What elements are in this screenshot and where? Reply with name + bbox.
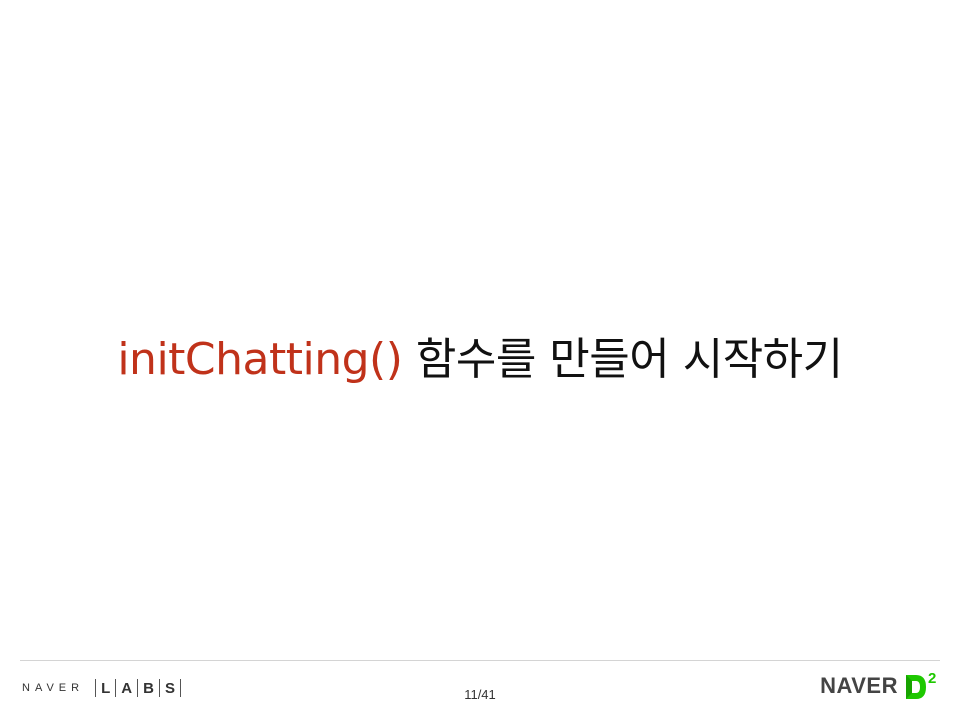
title-code: initChatting() [117,334,403,385]
d2-superscript: 2 [928,670,936,687]
slide: initChatting() 함수를 만들어 시작하기 NAVER L A B … [0,0,960,720]
naver-d2-brand: NAVER [820,673,898,698]
naver-d2-logo-icon: 2 [906,670,936,699]
footer-divider [20,660,940,661]
labs-letter-s: S [164,679,175,697]
labs-separator [179,679,181,697]
title-text: 함수를 만들어 시작하기 [415,334,843,385]
labs-letter-b: B [143,679,154,697]
labs-separator [137,679,139,697]
page-number: 11/41 [464,687,496,702]
labs-separator [95,679,97,697]
labs-separator [115,679,117,697]
labs-wordmark: L A B S [90,679,186,697]
naver-d2-logo: NAVER 2 [820,668,940,704]
labs-letter-a: A [121,679,133,697]
naver-labs-logo: NAVER L A B S [22,677,186,699]
slide-title: initChatting() 함수를 만들어 시작하기 [0,330,960,390]
labs-letter-l: L [101,679,111,697]
labs-separator [158,679,160,697]
naver-labs-brand: NAVER [22,682,85,694]
